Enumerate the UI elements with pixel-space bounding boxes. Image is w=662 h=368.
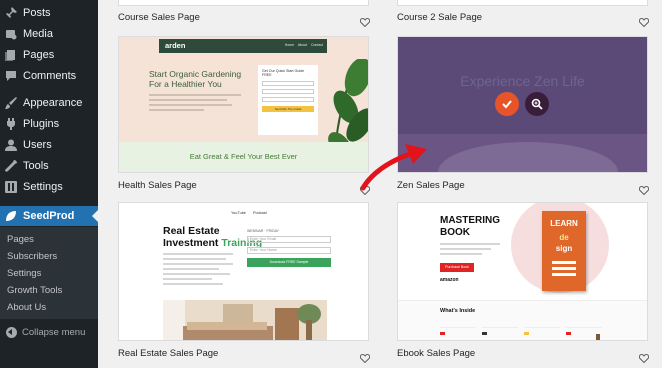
preview-form: Get Our Quick Start Guide FREE Send Me T…	[258, 65, 318, 135]
health-thumbnail[interactable]: arden Home About Contact Start Organic G…	[118, 36, 369, 173]
page-icon	[5, 49, 17, 61]
course-label[interactable]: Course Sales Page	[118, 12, 200, 23]
favorite-heart-icon[interactable]	[359, 350, 371, 364]
preview-feature	[482, 327, 518, 340]
preview-heading: Start Organic Gardening For a Healthier …	[149, 69, 242, 89]
check-icon	[502, 100, 512, 109]
preview-form-label: WEBINAR · FRIDAY	[247, 229, 280, 233]
favorite-heart-icon[interactable]	[638, 14, 650, 28]
preview-nav: arden Home About Contact	[159, 39, 327, 53]
menu-label: Pages	[23, 49, 55, 61]
whats-inside-section	[398, 300, 647, 340]
cover-text: de	[559, 233, 569, 242]
preview-template-button[interactable]	[525, 92, 549, 116]
pin-icon	[5, 7, 17, 19]
seedprod-submenu: Pages Subscribers Settings Growth Tools …	[0, 227, 98, 319]
menu-item-settings[interactable]: Settings	[0, 177, 98, 197]
preview-bottom	[398, 134, 647, 172]
health-label[interactable]: Health Sales Page	[118, 180, 197, 191]
heading-line: MASTERING	[440, 215, 500, 226]
ebook-thumbnail[interactable]: MASTERING BOOK Purchase Book amazon LEAR…	[397, 202, 648, 341]
settings-icon	[5, 181, 17, 193]
menu-label: Plugins	[23, 118, 60, 130]
cover-text: sign	[555, 244, 573, 253]
estate-label[interactable]: Real Estate Sales Page	[118, 348, 218, 359]
menu-item-media[interactable]: Media	[0, 24, 98, 44]
heading-line: BOOK	[440, 227, 470, 238]
menu-item-comments[interactable]: Comments	[0, 66, 98, 86]
select-template-button[interactable]	[495, 92, 519, 116]
submenu-pages[interactable]: Pages	[7, 234, 34, 245]
comment-icon	[5, 70, 17, 82]
preview-text-lines	[163, 253, 233, 288]
ebook-label[interactable]: Ebook Sales Page	[397, 348, 475, 359]
preview-form-title: Get Our Quick Start Guide FREE	[262, 69, 305, 77]
menu-item-posts[interactable]: Posts	[0, 3, 98, 23]
media-icon	[5, 28, 17, 40]
preview-purchase-button: Purchase Book	[440, 263, 474, 272]
heading-part: Investment	[163, 237, 219, 249]
menu-label: SeedProd	[23, 210, 75, 222]
living-room-image	[163, 300, 327, 340]
preview-form-button: Send Me The Guide	[262, 106, 314, 112]
submenu-growth-tools[interactable]: Growth Tools	[7, 285, 62, 296]
menu-item-plugins[interactable]: Plugins	[0, 114, 98, 134]
preview-nav-links: Home About Contact	[284, 43, 323, 47]
preview-feature	[566, 327, 602, 340]
estate-thumbnail[interactable]: YouTube Podcast Real Estate Investment T…	[118, 202, 369, 341]
menu-label: Tools	[23, 160, 49, 172]
preview-nav-links: YouTube Podcast	[231, 211, 267, 215]
submenu-about-us[interactable]: About Us	[7, 302, 46, 313]
submenu-settings[interactable]: Settings	[7, 268, 41, 279]
menu-label: Users	[23, 139, 52, 151]
preview-field: Enter Your Email	[247, 236, 331, 243]
seedprod-leaf-icon	[5, 210, 17, 222]
preview-feature	[524, 327, 560, 340]
preview-subheading: What's Inside	[440, 308, 476, 314]
menu-label: Media	[23, 28, 53, 40]
menu-item-appearance[interactable]: Appearance	[0, 93, 98, 113]
brush-icon	[5, 97, 17, 109]
course-thumbnail[interactable]	[118, 0, 369, 6]
menu-item-pages[interactable]: Pages	[0, 45, 98, 65]
preview-logo: arden	[165, 41, 186, 50]
favorite-heart-icon[interactable]	[359, 14, 371, 28]
submenu-subscribers[interactable]: Subscribers	[7, 251, 57, 262]
collapse-label: Collapse menu	[22, 326, 86, 338]
menu-label: Posts	[23, 7, 51, 19]
menu-label: Settings	[23, 181, 63, 193]
preview-heading: MASTERING BOOK	[440, 215, 500, 239]
zoom-in-icon	[531, 98, 543, 110]
menu-label: Appearance	[23, 97, 83, 109]
menu-item-tools[interactable]: Tools	[0, 156, 98, 176]
favorite-heart-icon[interactable]	[638, 182, 650, 196]
favorite-heart-icon[interactable]	[638, 350, 650, 364]
collapse-arrow-icon	[6, 326, 17, 338]
heading-part: Real Estate	[163, 225, 220, 237]
course2-thumbnail[interactable]	[397, 0, 648, 6]
preview-feature	[440, 327, 476, 340]
collapse-menu-button[interactable]: Collapse menu	[0, 322, 98, 342]
book-cover: LEARN de sign	[542, 211, 586, 291]
preview-form: WEBINAR · FRIDAY Enter Your Email Enter …	[247, 229, 331, 267]
admin-sidebar: Posts Media Pages Comments Appearance Pl…	[0, 0, 98, 368]
menu-label: Comments	[23, 70, 77, 82]
course2-label[interactable]: Course 2 Sale Page	[397, 12, 482, 23]
preview-text-lines	[149, 94, 241, 114]
user-icon	[5, 139, 17, 151]
preview-footer: Eat Great & Feel Your Best Ever	[119, 142, 368, 172]
preview-form-button: Download FREE Sample	[247, 258, 331, 267]
plug-icon	[5, 118, 17, 130]
wrench-icon	[5, 160, 17, 172]
preview-field: Enter Your Name	[247, 247, 331, 254]
preview-heading: Experience Zen Life	[460, 73, 585, 89]
amazon-logo: amazon	[440, 277, 459, 283]
cover-text: LEARN	[550, 219, 578, 228]
menu-item-users[interactable]: Users	[0, 135, 98, 155]
menu-item-seedprod[interactable]: SeedProd	[0, 206, 98, 226]
preview-text-lines	[440, 243, 500, 258]
pointer-arrow-icon	[360, 144, 427, 191]
zen-thumbnail[interactable]: Experience Zen Life	[397, 36, 648, 173]
